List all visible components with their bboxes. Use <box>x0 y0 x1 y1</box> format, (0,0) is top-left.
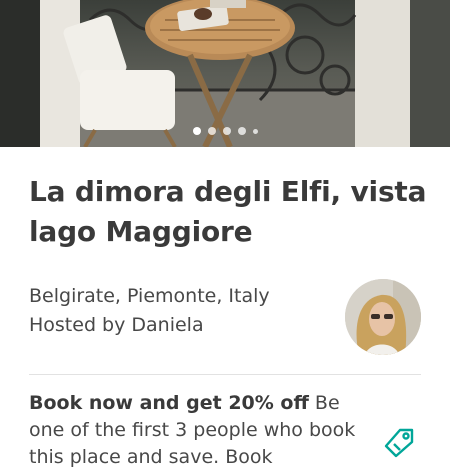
listing-photo <box>0 0 450 147</box>
listing-location: Belgirate, Piemonte, Italy <box>29 285 270 307</box>
host-name: Hosted by Daniela <box>29 314 204 336</box>
carousel-pagination <box>0 127 450 135</box>
section-divider <box>29 374 421 375</box>
carousel-dot[interactable] <box>252 128 258 134</box>
promo-message: Book now and get 20% off Be one of the f… <box>29 390 359 471</box>
listing-title: La dimora degli Elfi, vista lago Maggior… <box>29 175 427 248</box>
host-avatar-image <box>345 279 421 355</box>
carousel-dot[interactable] <box>192 127 201 135</box>
carousel-dot[interactable] <box>237 127 246 135</box>
carousel-dot[interactable] <box>222 127 231 135</box>
listing-photo-carousel[interactable] <box>0 0 450 147</box>
price-tag-icon <box>384 428 414 458</box>
carousel-dot[interactable] <box>207 127 216 135</box>
host-avatar[interactable] <box>345 279 421 355</box>
promo-headline: Book now and get 20% off <box>29 392 309 414</box>
